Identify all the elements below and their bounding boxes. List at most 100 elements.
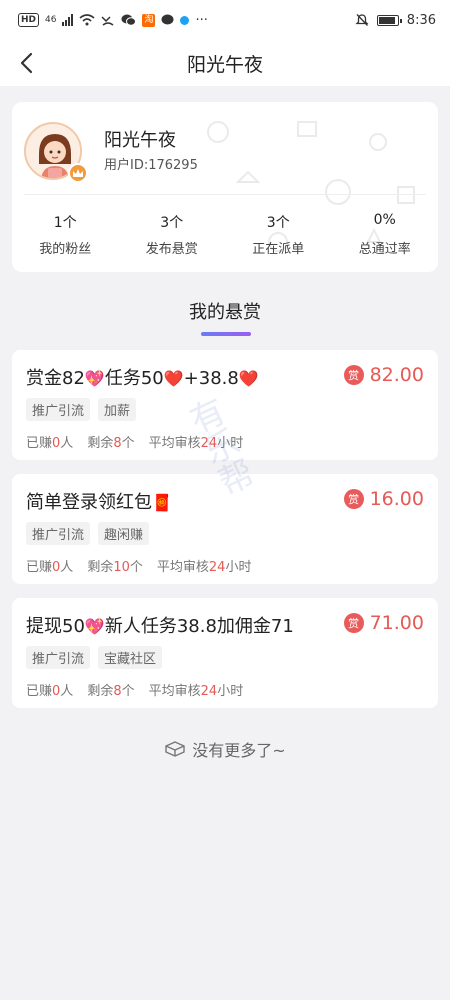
clock: 8:36 <box>406 12 436 28</box>
remain-label: 剩余 <box>87 560 114 575</box>
user-id: 用户ID:176295 <box>104 158 198 173</box>
tag: 宝藏社区 <box>98 646 163 669</box>
title-text: +38.8 <box>183 368 239 389</box>
profile-name: 阳光午夜 <box>104 130 176 151</box>
remain-value: 8 <box>113 684 122 699</box>
title-text: 任务50 <box>104 368 164 389</box>
signal-icon <box>62 14 74 26</box>
remain-label: 剩余 <box>87 684 114 699</box>
profile-card: 阳光午夜 用户ID:176295 1个 我的粉丝 3个 发布悬赏 3个 正在派单… <box>12 102 438 272</box>
stat-followers[interactable]: 1个 我的粉丝 <box>12 212 119 257</box>
red-heart-icon: ❤️ <box>238 369 259 388</box>
review-value: 24 <box>200 684 218 699</box>
red-envelope-icon: 🧧 <box>152 493 172 512</box>
divider <box>24 194 426 195</box>
earned-unit: 人 <box>60 684 74 699</box>
wifi-icon <box>79 14 95 26</box>
task-meta: 已赚0人 剩余8个 平均审核24小时 <box>26 680 243 699</box>
stats-row: 1个 我的粉丝 3个 发布悬赏 3个 正在派单 0% 总通过率 <box>12 212 438 257</box>
tag-list: 推广引流 宝藏社区 <box>26 646 163 669</box>
section-underline <box>201 332 251 336</box>
remain-unit: 个 <box>121 436 135 451</box>
earned-unit: 人 <box>60 436 74 451</box>
wechat-icon <box>121 14 137 26</box>
tag-list: 推广引流 加薪 <box>26 398 137 421</box>
reward-amount: 16.00 <box>369 488 424 510</box>
taobao-icon: 淘 <box>142 13 156 27</box>
task-card[interactable]: 简单登录领红包🧧 赏 16.00 推广引流 趣闲赚 已赚0人 剩余10个 平均审核2… <box>12 474 438 584</box>
review-label: 平均审核 <box>148 684 201 699</box>
title-text: 简单登录领红包 <box>26 492 152 513</box>
app-dot-icon <box>180 15 190 25</box>
tag: 加薪 <box>98 398 137 421</box>
battery-icon <box>376 14 402 26</box>
stat-label: 我的粉丝 <box>39 242 92 257</box>
end-of-list: 没有更多了~ <box>0 737 450 761</box>
reward-icon: 赏 <box>343 489 364 509</box>
reward-amount: 82.00 <box>369 364 424 386</box>
earned-unit: 人 <box>60 560 74 575</box>
task-meta: 已赚0人 剩余8个 平均审核24小时 <box>26 432 243 451</box>
task-card[interactable]: 提现50💖新人任务38.8加佣金71 赏 71.00 推广引流 宝藏社区 已赚0… <box>12 598 438 708</box>
tag: 推广引流 <box>26 398 91 421</box>
stat-published[interactable]: 3个 发布悬赏 <box>119 212 226 257</box>
review-value: 24 <box>208 560 226 575</box>
stat-value: 3个 <box>266 215 290 231</box>
earned-label: 已赚 <box>26 684 53 699</box>
stat-pass-rate[interactable]: 0% 总通过率 <box>332 212 439 257</box>
section-title: 我的悬赏 <box>189 302 261 323</box>
earned-label: 已赚 <box>26 560 53 575</box>
mute-icon <box>355 14 369 26</box>
review-unit: 小时 <box>217 684 244 699</box>
status-bar: HD 46 淘 ··· 8:36 <box>0 0 450 40</box>
tag: 趣闲赚 <box>98 522 150 545</box>
reward: 赏 16.00 <box>343 488 424 510</box>
more-notifications: ··· <box>195 12 208 28</box>
remain-unit: 个 <box>121 684 135 699</box>
reward: 赏 71.00 <box>343 612 424 634</box>
stat-label: 总通过率 <box>358 242 411 257</box>
remain-value: 8 <box>113 436 122 451</box>
title-text: 赏金82 <box>26 368 85 389</box>
review-unit: 小时 <box>217 436 244 451</box>
page-title: 阳光午夜 <box>186 53 263 76</box>
nav-bar: 阳光午夜 <box>0 40 450 86</box>
reward: 赏 82.00 <box>343 364 424 386</box>
stat-dispatching[interactable]: 3个 正在派单 <box>225 212 332 257</box>
title-text: 新人任务38.8加佣金71 <box>104 616 294 637</box>
status-right: 8:36 <box>355 13 436 28</box>
review-label: 平均审核 <box>148 436 201 451</box>
crown-icon <box>68 163 88 183</box>
stat-value: 0% <box>373 212 396 228</box>
task-title: 简单登录领红包🧧 <box>26 488 172 514</box>
reward-amount: 71.00 <box>369 612 424 634</box>
remain-unit: 个 <box>129 560 143 575</box>
red-heart-icon: ❤️ <box>163 369 184 388</box>
stat-value: 3个 <box>160 215 184 231</box>
sparkling-heart-icon: 💖 <box>84 617 105 636</box>
reward-icon: 赏 <box>343 613 364 633</box>
missed-call-icon <box>101 16 114 26</box>
hd-indicator: HD <box>18 13 40 27</box>
stat-label: 正在派单 <box>252 242 305 257</box>
stat-value: 1个 <box>53 215 77 231</box>
chat-icon <box>161 14 174 25</box>
end-of-list-text: 没有更多了~ <box>192 741 286 760</box>
status-left: HD 46 淘 ··· <box>18 13 208 28</box>
back-arrow-icon[interactable] <box>14 49 42 77</box>
box-icon <box>165 741 185 757</box>
review-value: 24 <box>200 436 218 451</box>
earned-label: 已赚 <box>26 436 53 451</box>
task-meta: 已赚0人 剩余10个 平均审核24小时 <box>26 556 251 575</box>
task-title: 提现50💖新人任务38.8加佣金71 <box>26 612 294 638</box>
review-label: 平均审核 <box>156 560 209 575</box>
remain-label: 剩余 <box>87 436 114 451</box>
network-type: 46 <box>45 15 57 25</box>
review-unit: 小时 <box>225 560 252 575</box>
stat-label: 发布悬赏 <box>145 242 198 257</box>
reward-icon: 赏 <box>343 365 364 385</box>
task-title: 赏金82💖任务50❤️+38.8❤️ <box>26 364 259 390</box>
task-card[interactable]: 赏金82💖任务50❤️+38.8❤️ 赏 82.00 推广引流 加薪 已赚0人剩… <box>12 350 438 460</box>
title-text: 提现50 <box>26 616 85 637</box>
tag: 推广引流 <box>26 522 91 545</box>
